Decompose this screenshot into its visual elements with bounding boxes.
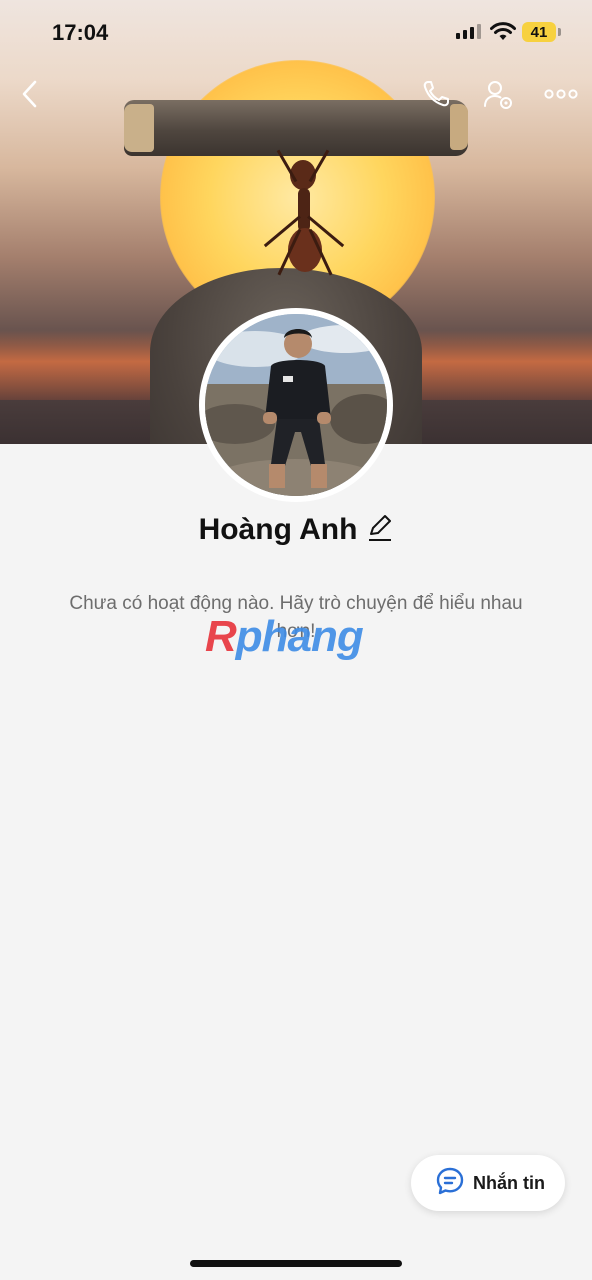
phone-icon bbox=[420, 81, 452, 114]
back-chevron-icon bbox=[18, 80, 42, 114]
battery-tip bbox=[558, 28, 561, 36]
more-options-button[interactable] bbox=[544, 84, 578, 109]
chat-bubble-icon bbox=[435, 1166, 465, 1201]
send-message-label: Nhắn tin bbox=[473, 1172, 545, 1193]
send-message-button[interactable]: Nhắn tin bbox=[411, 1155, 565, 1211]
user-settings-icon bbox=[482, 81, 516, 116]
pencil-icon[interactable] bbox=[367, 512, 393, 547]
back-button[interactable] bbox=[18, 78, 42, 115]
call-button[interactable] bbox=[420, 78, 452, 115]
status-time: 17:04 bbox=[52, 20, 109, 45]
cover-stick bbox=[124, 100, 468, 156]
cover-stick-end bbox=[450, 104, 468, 150]
more-dots-icon bbox=[544, 89, 578, 108]
cellular-signal-icon bbox=[456, 24, 481, 39]
home-indicator[interactable] bbox=[190, 1260, 402, 1267]
watermark-logo: Rphang bbox=[205, 612, 364, 661]
avatar[interactable] bbox=[199, 308, 393, 502]
avatar-photo bbox=[205, 314, 387, 496]
cover-ant-abdomen bbox=[288, 228, 322, 272]
profile-name-row: Hoàng Anh bbox=[0, 512, 592, 547]
status-bar: 17:04 41 bbox=[0, 0, 592, 64]
profile-settings-button[interactable] bbox=[482, 78, 516, 117]
wifi-icon bbox=[490, 22, 516, 47]
cover-ant-thorax bbox=[298, 188, 310, 232]
profile-name: Hoàng Anh bbox=[198, 512, 358, 546]
battery-indicator: 41 bbox=[522, 22, 556, 42]
cover-stick-end bbox=[124, 104, 154, 152]
